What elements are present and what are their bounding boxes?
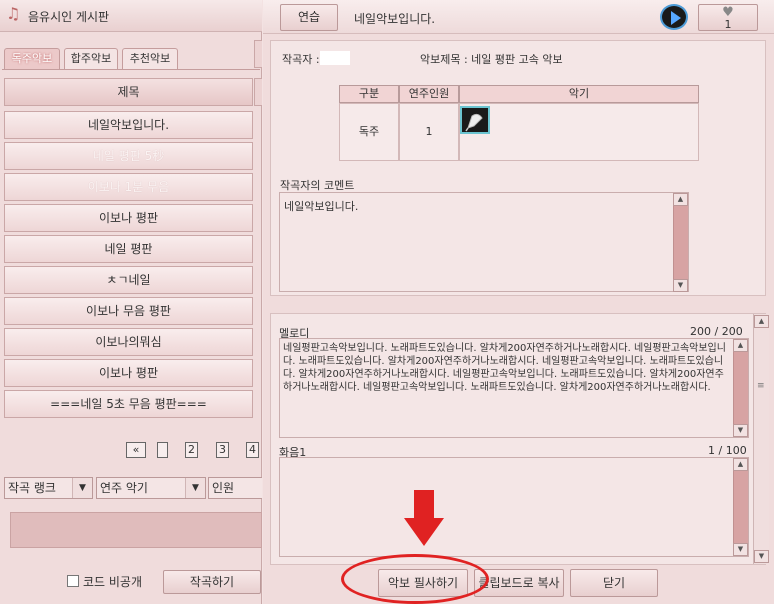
private-code-label: 코드 비공개: [83, 575, 143, 589]
comment-text: 네일악보입니다.: [284, 200, 359, 213]
players-select[interactable]: 인원: [208, 477, 262, 499]
sheet-title-label: 악보제목 : 네일 평판 고속 악보: [420, 53, 563, 66]
list-item[interactable]: 네일악보입니다.: [4, 111, 253, 139]
rank-select-value: 작곡 랭크: [8, 481, 56, 495]
list-item[interactable]: ===네일 5초 무음 평판===: [4, 390, 253, 418]
melody-panel-scrollbar[interactable]: [753, 314, 769, 564]
close-button[interactable]: 닫기: [570, 569, 658, 597]
comment-label: 작곡자의 코멘트: [280, 179, 355, 192]
tab-divider: [2, 69, 260, 70]
table-header: 악기: [459, 85, 699, 103]
tab-recommended[interactable]: 추천악보: [122, 48, 178, 70]
table-cell-players: 1: [399, 103, 459, 161]
composer-label: 작곡자 :: [282, 53, 320, 66]
play-icon: [671, 11, 681, 25]
melody-textarea[interactable]: 네일평판고속악보입니다. 노래파트도있습니다. 알차게200자연주하거나노래합시…: [279, 338, 749, 438]
players-select-value: 인원: [212, 481, 235, 495]
page-4-button[interactable]: 4: [246, 442, 259, 458]
music-note-icon: ♫: [6, 4, 21, 23]
scroll-grip-icon: ≡: [757, 381, 765, 391]
list-item[interactable]: 이보나의뭐심: [4, 328, 253, 356]
melody-count: 200 / 200: [690, 325, 743, 338]
board-titlebar: ♫ 음유시인 게시판: [0, 0, 262, 32]
list-header-edge: [254, 78, 262, 106]
comment-textarea[interactable]: 네일악보입니다.: [279, 192, 689, 292]
scroll-down-icon[interactable]: ▼: [754, 550, 769, 563]
scroll-down-icon[interactable]: ▼: [673, 279, 688, 292]
chevron-down-icon: ▼: [185, 478, 205, 498]
play-button[interactable]: [660, 4, 688, 30]
sheet-name: 네일악보입니다.: [354, 12, 436, 26]
chord1-scrollbar[interactable]: [733, 458, 748, 556]
page-3-button[interactable]: 3: [216, 442, 229, 458]
double-left-arrow-icon: «: [132, 443, 140, 456]
instrument-select-value: 연주 악기: [100, 481, 148, 495]
board-title: 음유시인 게시판: [28, 10, 110, 24]
scroll-up-icon[interactable]: ▲: [733, 339, 748, 352]
scroll-up-icon[interactable]: ▲: [673, 193, 688, 206]
list-item[interactable]: 이보나 평판: [4, 359, 253, 387]
practice-button[interactable]: 연습: [280, 4, 338, 31]
page-2-button[interactable]: 2: [185, 442, 198, 458]
scroll-down-icon[interactable]: ▼: [733, 424, 748, 437]
scroll-down-icon[interactable]: ▼: [733, 543, 748, 556]
melody-scrollbar[interactable]: [733, 339, 748, 437]
list-header-title[interactable]: 제목: [4, 78, 253, 106]
chord1-textarea[interactable]: [279, 457, 749, 557]
rank-select[interactable]: 작곡 랭크 ▼: [4, 477, 93, 499]
comment-scrollbar[interactable]: [673, 193, 688, 291]
scroll-up-icon[interactable]: ▲: [754, 315, 769, 328]
annotation-circle: [341, 554, 489, 604]
instrument-select[interactable]: 연주 악기 ▼: [96, 477, 206, 499]
table-cell-type: 독주: [339, 103, 399, 161]
compose-button[interactable]: 작곡하기: [163, 570, 261, 594]
page-1-button[interactable]: [157, 442, 168, 458]
like-count: 1: [724, 18, 732, 31]
prev-page-button[interactable]: «: [126, 442, 146, 458]
melody-text: 네일평판고속악보입니다. 노래파트도있습니다. 알차게200자연주하거나노래합시…: [283, 343, 726, 393]
annotation-arrowhead-icon: [404, 518, 444, 546]
tab-solo[interactable]: 독주악보: [4, 48, 60, 70]
list-item[interactable]: 네일 평판: [4, 235, 253, 263]
scroll-up-icon[interactable]: ▲: [733, 458, 748, 471]
search-box[interactable]: [10, 512, 262, 548]
left-panel-edge: [254, 40, 262, 68]
chord1-count: 1 / 100: [708, 444, 747, 457]
list-item[interactable]: 이보나 1분 무음: [4, 173, 253, 201]
chevron-down-icon: ▼: [72, 478, 92, 498]
quill-pen-icon[interactable]: [460, 106, 490, 134]
composer-name: [320, 51, 350, 65]
tab-ensemble[interactable]: 합주악보: [64, 48, 118, 70]
table-header: 연주인원: [399, 85, 459, 103]
list-item[interactable]: 네일 평판 5秒: [4, 142, 253, 170]
like-button[interactable]: ♥ 1: [698, 4, 758, 31]
list-item[interactable]: 이보나 무음 평판: [4, 297, 253, 325]
table-cell-instrument: [459, 103, 699, 161]
private-code-checkbox[interactable]: [67, 575, 79, 587]
list-item[interactable]: ㅊㄱ네일: [4, 266, 253, 294]
table-header: 구분: [339, 85, 399, 103]
annotation-arrow-icon: [414, 490, 434, 520]
list-item[interactable]: 이보나 평판: [4, 204, 253, 232]
